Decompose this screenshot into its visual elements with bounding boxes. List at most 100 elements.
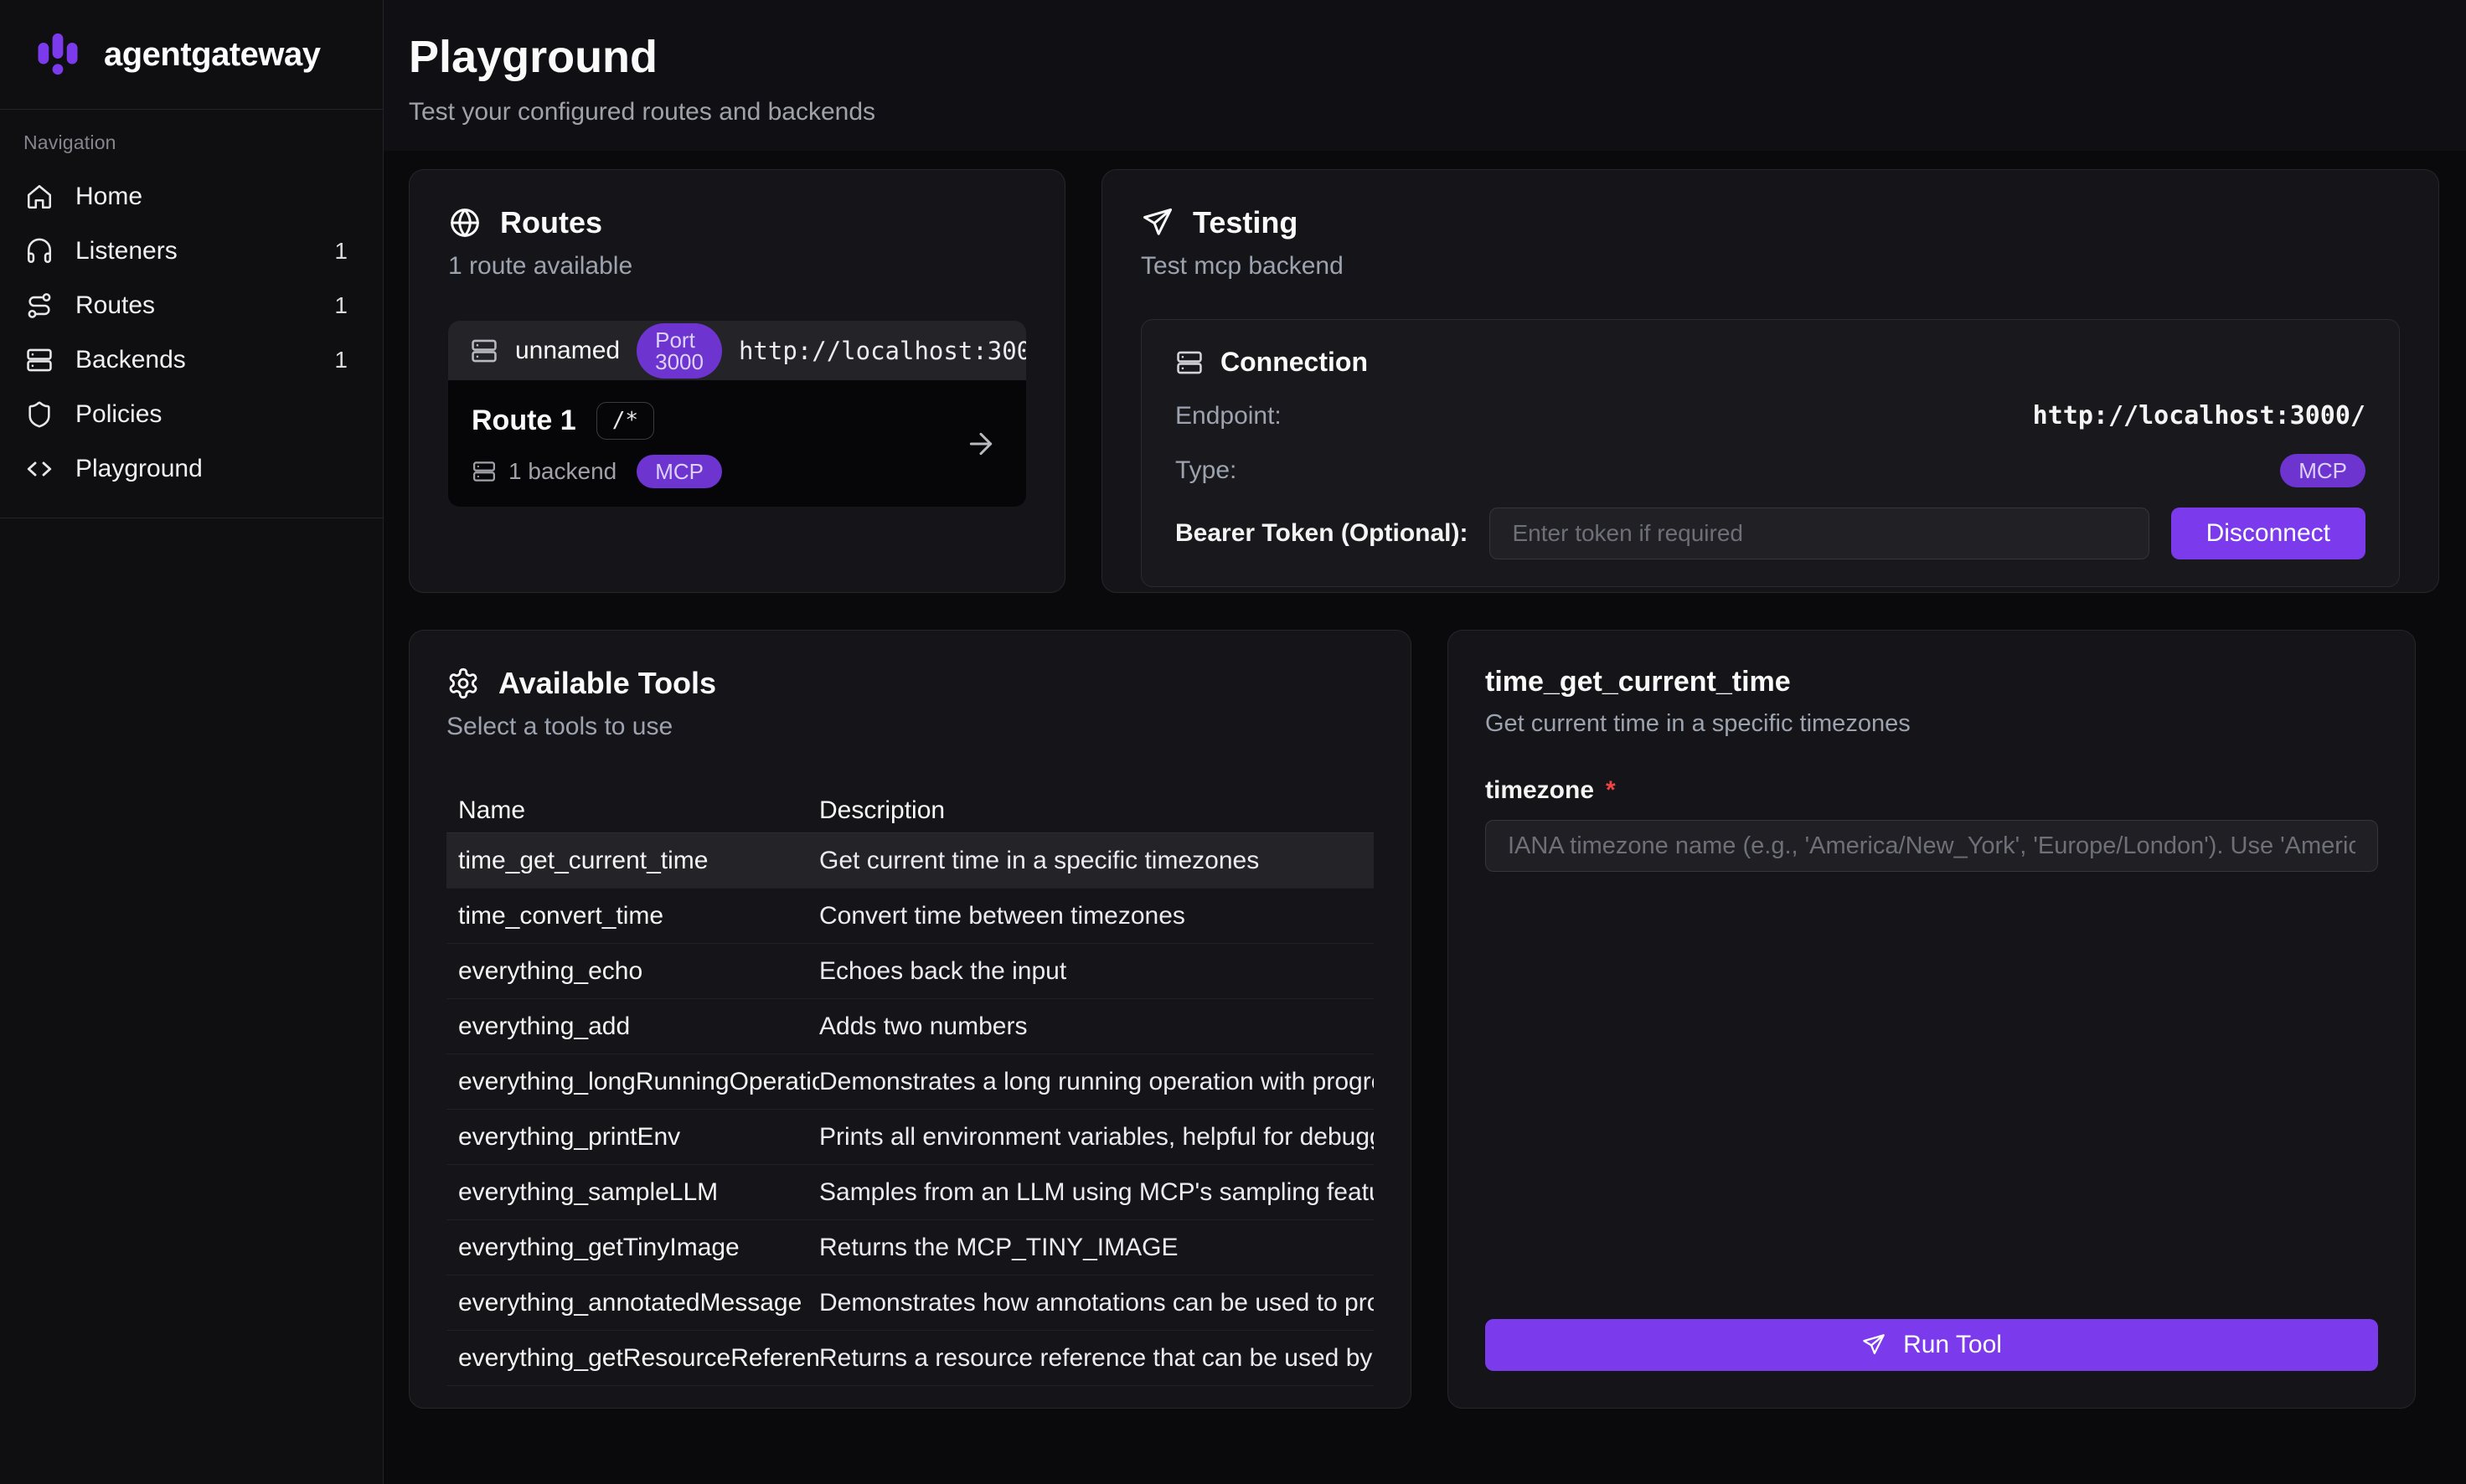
shield-icon [25, 400, 54, 429]
type-badge: MCP [2280, 454, 2365, 487]
sidebar-item-backends[interactable]: Backends 1 [0, 332, 383, 387]
tool-row-everything_add[interactable]: everything_add Adds two numbers [446, 999, 1374, 1054]
tools-card-subtitle: Select a tools to use [446, 713, 1374, 741]
tool-description: Returns the MCP_TINY_IMAGE [819, 1234, 1374, 1262]
tool-description: Prints all environment variables, helpfu… [819, 1123, 1374, 1152]
tool-description: Demonstrates a long running operation wi… [819, 1068, 1374, 1096]
column-header-description: Description [819, 796, 1374, 825]
tool-name: everything_longRunningOperation [446, 1068, 819, 1096]
page-content: Routes 1 route available unnamed Port 30… [384, 151, 2466, 1484]
endpoint-label: Endpoint: [1175, 402, 1282, 430]
routes-card: Routes 1 route available unnamed Port 30… [409, 169, 1065, 593]
route-item[interactable]: Route 1 /* 1 backend MCP [448, 380, 1026, 507]
timezone-field-label-row: timezone * [1485, 776, 2378, 805]
type-row: Type: MCP [1175, 454, 2365, 487]
page-header: Playground Test your configured routes a… [384, 0, 2466, 151]
tool-row-everything_getTinyImage[interactable]: everything_getTinyImage Returns the MCP_… [446, 1220, 1374, 1275]
testing-card-title: Testing [1193, 205, 1297, 240]
arrow-right-icon[interactable] [964, 427, 998, 461]
bearer-token-input[interactable] [1489, 508, 2149, 559]
bottom-row: Available Tools Select a tools to use Na… [409, 630, 2466, 1409]
tool-name: everything_annotatedMessage [446, 1289, 819, 1317]
routes-card-title: Routes [500, 205, 602, 240]
endpoint-value: http://localhost:3000/ [2033, 401, 2365, 430]
tools-table-header: Name Description [446, 788, 1374, 833]
page-subtitle: Test your configured routes and backends [409, 98, 2466, 126]
server-icon [1175, 348, 1204, 377]
send-icon [1861, 1332, 1886, 1358]
sidebar-item-playground[interactable]: Playground [0, 441, 383, 496]
server-icon [472, 459, 497, 484]
tool-runner-panel: time_get_current_time Get current time i… [1447, 630, 2416, 1409]
server-icon [470, 337, 498, 365]
top-row: Routes 1 route available unnamed Port 30… [409, 169, 2466, 593]
page-title: Playground [409, 33, 2466, 81]
tool-name: everything_echo [446, 957, 819, 986]
routes-card-subtitle: 1 route available [448, 252, 1026, 281]
tool-panel-title: time_get_current_time [1485, 666, 2378, 698]
sidebar-item-home[interactable]: Home [0, 169, 383, 224]
route-path-badge: /* [596, 402, 654, 440]
sidebar-item-count: 1 [334, 292, 348, 319]
sidebar-item-count: 1 [334, 347, 348, 374]
headphones-icon [25, 237, 54, 265]
port-badge: Port 3000 [637, 323, 722, 379]
tool-row-everything_longRunningOperation[interactable]: everything_longRunningOperation Demonstr… [446, 1054, 1374, 1110]
send-icon [1141, 206, 1174, 240]
nav-section-label: Navigation [23, 131, 383, 154]
tool-name: everything_add [446, 1013, 819, 1041]
tool-row-time_convert_time[interactable]: time_convert_time Convert time between t… [446, 889, 1374, 944]
agentgateway-logo-icon [30, 27, 85, 82]
timezone-input[interactable] [1485, 820, 2378, 872]
available-tools-card: Available Tools Select a tools to use Na… [409, 630, 1411, 1409]
tool-name: everything_sampleLLM [446, 1178, 819, 1207]
column-header-name: Name [446, 796, 819, 825]
code-icon [25, 455, 54, 483]
listener-name: unnamed [515, 337, 620, 365]
bearer-token-label: Bearer Token (Optional): [1175, 519, 1468, 548]
sidebar-item-label: Policies [75, 400, 162, 429]
home-icon [25, 183, 54, 211]
tool-description: Adds two numbers [819, 1013, 1374, 1041]
run-tool-button[interactable]: Run Tool [1485, 1319, 2378, 1371]
brand[interactable]: agentgateway [0, 0, 383, 110]
gear-icon [446, 667, 480, 700]
sidebar-item-label: Listeners [75, 237, 178, 265]
tool-row-everything_sampleLLM[interactable]: everything_sampleLLM Samples from an LLM… [446, 1165, 1374, 1220]
tool-row-time_get_current_time[interactable]: time_get_current_time Get current time i… [446, 833, 1374, 889]
tool-name: time_convert_time [446, 902, 819, 930]
listener-row: unnamed Port 3000 http://localhost:3000/ [448, 321, 1026, 380]
app-root: agentgateway Navigation Home Listeners 1… [0, 0, 2466, 1484]
main-area: Playground Test your configured routes a… [384, 0, 2466, 1484]
sidebar-nav: Navigation Home Listeners 1 Routes 1 Bac… [0, 110, 383, 518]
sidebar-item-label: Routes [75, 291, 155, 320]
tool-description: Echoes back the input [819, 957, 1374, 986]
sidebar-item-count: 1 [334, 238, 348, 265]
sidebar-item-routes[interactable]: Routes 1 [0, 278, 383, 332]
bearer-token-row: Bearer Token (Optional): Disconnect [1175, 508, 2365, 559]
tool-name: everything_getResourceReference [446, 1344, 819, 1373]
sidebar-item-policies[interactable]: Policies [0, 387, 383, 441]
tool-name: everything_printEnv [446, 1123, 819, 1152]
run-tool-label: Run Tool [1903, 1331, 2002, 1359]
tool-description: Get current time in a specific timezones [819, 847, 1374, 875]
server-icon [25, 346, 54, 374]
endpoint-row: Endpoint: http://localhost:3000/ [1175, 401, 2365, 430]
sidebar-item-listeners[interactable]: Listeners 1 [0, 224, 383, 278]
sidebar-item-label: Home [75, 183, 142, 211]
tool-row-everything_printEnv[interactable]: everything_printEnv Prints all environme… [446, 1110, 1374, 1165]
tool-row-everything_annotatedMessage[interactable]: everything_annotatedMessage Demonstrates… [446, 1275, 1374, 1331]
tool-row-everything_getResourceReference[interactable]: everything_getResourceReference Returns … [446, 1331, 1374, 1386]
route-name: Route 1 [472, 404, 576, 437]
disconnect-button[interactable]: Disconnect [2171, 508, 2365, 559]
tool-row-everything_echo[interactable]: everything_echo Echoes back the input [446, 944, 1374, 999]
backend-count: 1 backend [508, 458, 616, 485]
tool-description: Samples from an LLM using MCP's sampling… [819, 1178, 1374, 1207]
globe-icon [448, 206, 482, 240]
sidebar-item-label: Backends [75, 346, 186, 374]
connection-title: Connection [1220, 347, 1368, 378]
tool-description: Demonstrates how annotations can be used… [819, 1289, 1374, 1317]
connection-box: Connection Endpoint: http://localhost:30… [1141, 319, 2400, 587]
tools-table: Name Description time_get_current_time G… [446, 788, 1374, 1386]
required-asterisk: * [1606, 776, 1616, 805]
